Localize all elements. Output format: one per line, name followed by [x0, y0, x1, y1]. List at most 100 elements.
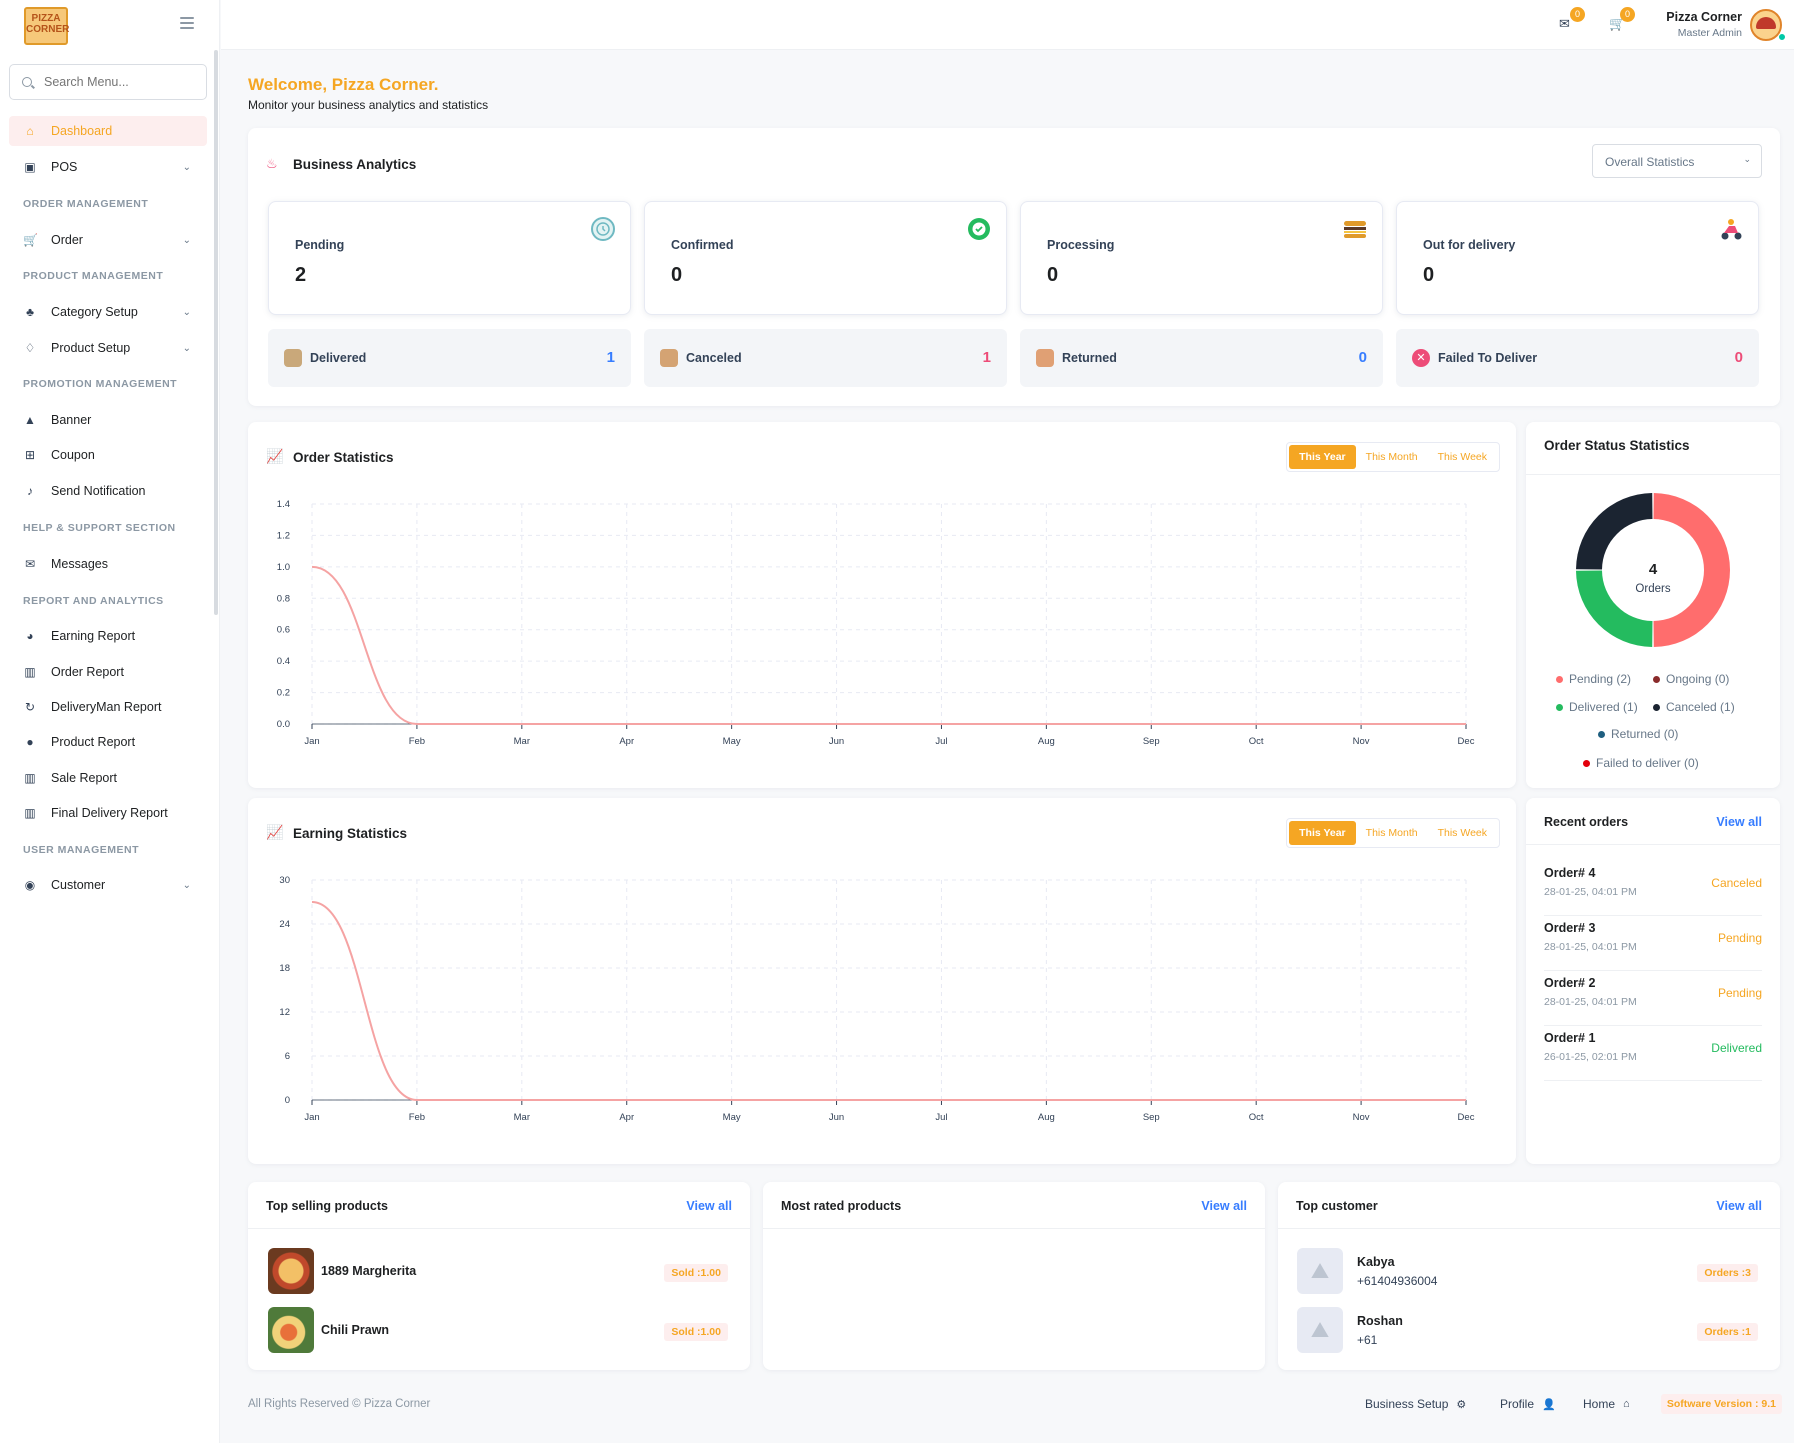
top-customer-view-all[interactable]: View all: [1716, 1199, 1762, 1213]
sidebar-item-label: Category Setup: [51, 305, 138, 319]
y-tick-label: 0.8: [277, 593, 290, 604]
donut-slice: [1653, 493, 1731, 647]
brand-logo[interactable]: PIZZA CORNER: [24, 7, 70, 45]
recent-order-row[interactable]: Order# 4 28-01-25, 04:01 PM Canceled: [1544, 862, 1762, 916]
sidebar-item-order[interactable]: 🛒 Order ⌄: [9, 225, 207, 255]
mini-delivered[interactable]: Delivered 1: [268, 329, 631, 387]
product-name[interactable]: 1889 Margherita: [321, 1264, 416, 1278]
logo-text: PIZZA CORNER: [26, 13, 70, 35]
recent-orders-view-all[interactable]: View all: [1716, 815, 1762, 829]
messages-button[interactable]: ✉ 0: [1559, 7, 1585, 31]
legend-item: Delivered (1): [1556, 700, 1638, 714]
order-number: Order# 4: [1544, 866, 1596, 880]
series-line: [311, 565, 1466, 725]
sidebar-item-label: Customer: [51, 878, 106, 892]
top-customer-card: Top customer View all ⛰ Kabya +614049360…: [1278, 1182, 1780, 1370]
sidebar-item-final-delivery-report[interactable]: ▥ Final Delivery Report: [9, 798, 207, 828]
sidebar-item-sale-report[interactable]: ▥ Sale Report: [9, 763, 207, 793]
customer-avatar-placeholder-icon[interactable]: ⛰: [1297, 1307, 1343, 1353]
sidebar-item-earning-report[interactable]: ◕ Earning Report: [9, 621, 207, 651]
order-number: Order# 3: [1544, 921, 1596, 935]
sidebar-item-label: Product Setup: [51, 341, 131, 355]
menu-toggle-icon[interactable]: [180, 17, 194, 29]
x-tick-label: Aug: [1038, 1112, 1055, 1123]
top-selling-title: Top selling products: [266, 1199, 388, 1213]
stat-value: 0: [1423, 264, 1435, 286]
customer-phone: +61: [1357, 1333, 1378, 1347]
order-status-donut: 4 Orders: [1576, 493, 1731, 647]
mini-returned[interactable]: Returned 0: [1020, 329, 1383, 387]
pie-icon: ◕: [26, 629, 34, 643]
legend-item: Canceled (1): [1653, 700, 1735, 714]
sidebar-item-product-setup[interactable]: ♢ Product Setup ⌄: [9, 333, 207, 363]
divider: [1526, 844, 1780, 845]
footer-business-setup[interactable]: Business Setup ⚙: [1365, 1397, 1466, 1411]
sidebar-item-deliveryman-report[interactable]: ↻ DeliveryMan Report: [9, 692, 207, 722]
stat-out-for-delivery[interactable]: Out for delivery 0: [1396, 201, 1759, 315]
order-status: Canceled: [1711, 876, 1762, 890]
mini-value: 1: [982, 349, 991, 366]
mini-failed-to-deliver[interactable]: ✕ Failed To Deliver 0: [1396, 329, 1759, 387]
statistics-select[interactable]: Overall Statistics ⌄: [1592, 144, 1762, 178]
sidebar-scrollbar[interactable]: [214, 50, 218, 615]
legend-label: Delivered (1): [1569, 700, 1638, 714]
sidebar-item-category-setup[interactable]: ♣ Category Setup ⌄: [9, 297, 207, 327]
footer-profile[interactable]: Profile 👤: [1500, 1397, 1556, 1411]
user-name[interactable]: Pizza Corner: [1666, 10, 1742, 24]
earning-statistics-chart: 0 6 12 18 24 30 Jan Feb Mar Apr May Jun Jul Aug Sep Oct…: [279, 875, 1475, 1123]
y-tick-label: 0.0: [277, 719, 290, 730]
sidebar-item-pos[interactable]: ▣ POS ⌄: [9, 152, 207, 182]
sidebar-item-customer[interactable]: ◉ Customer ⌄: [9, 870, 207, 900]
legend-dot: [1556, 675, 1563, 683]
stat-confirmed[interactable]: Confirmed 0: [644, 201, 1007, 315]
sidebar-item-send-notification[interactable]: ♪ Send Notification: [9, 476, 207, 506]
bar-chart-icon: ▥: [24, 771, 36, 785]
top-selling-view-all[interactable]: View all: [686, 1199, 732, 1213]
section-header: HELP & SUPPORT SECTION: [23, 522, 176, 534]
recent-order-row[interactable]: Order# 1 26-01-25, 02:01 PM Delivered: [1544, 1027, 1762, 1081]
cart-button[interactable]: 🛒 0: [1609, 7, 1635, 31]
clock-icon: [591, 217, 615, 241]
customer-avatar-placeholder-icon[interactable]: ⛰: [1297, 1248, 1343, 1294]
legend-item: Failed to deliver (0): [1583, 756, 1699, 770]
x-tick-label: Aug: [1038, 736, 1055, 747]
sold-badge: Sold :1.00: [664, 1264, 728, 1282]
most-rated-view-all[interactable]: View all: [1201, 1199, 1247, 1213]
chevron-down-icon: ⌄: [1743, 154, 1751, 164]
product-image[interactable]: [268, 1248, 314, 1294]
customer-name[interactable]: Roshan: [1357, 1314, 1403, 1328]
product-image[interactable]: [268, 1307, 314, 1353]
top-customer-title: Top customer: [1296, 1199, 1378, 1213]
orders-badge: Orders :1: [1697, 1323, 1758, 1341]
x-tick-label: Jan: [304, 1112, 319, 1123]
sidebar-item-order-report[interactable]: ▥ Order Report: [9, 657, 207, 687]
section-header: PROMOTION MANAGEMENT: [23, 378, 178, 390]
y-tick-label: 1.4: [277, 499, 290, 510]
footer-home[interactable]: Home ⌂: [1583, 1397, 1630, 1411]
y-tick-label: 24: [279, 919, 290, 930]
stat-processing[interactable]: Processing 0: [1020, 201, 1383, 315]
stat-pending[interactable]: Pending 2: [268, 201, 631, 315]
sidebar-item-banner[interactable]: ▲ Banner: [9, 405, 207, 435]
category-icon: ♣: [26, 305, 34, 319]
search-input[interactable]: [44, 75, 194, 89]
x-tick-label: Jun: [829, 736, 844, 747]
x-tick-label: Oct: [1249, 736, 1264, 747]
recent-order-row[interactable]: Order# 2 28-01-25, 04:01 PM Pending: [1544, 972, 1762, 1026]
recent-order-row[interactable]: Order# 3 28-01-25, 04:01 PM Pending: [1544, 917, 1762, 971]
product-name[interactable]: Chili Prawn: [321, 1323, 389, 1337]
sidebar-item-messages[interactable]: ✉ Messages: [9, 549, 207, 579]
legend-item: Pending (2): [1556, 672, 1631, 686]
x-tick-label: Dec: [1458, 1112, 1475, 1123]
sidebar-item-coupon[interactable]: ⊞ Coupon: [9, 440, 207, 470]
donut-center-value: 4: [1649, 561, 1658, 578]
order-status: Pending: [1717, 986, 1762, 1000]
mini-canceled[interactable]: Canceled 1: [644, 329, 1007, 387]
x-tick-label: May: [723, 1112, 741, 1123]
sidebar-item-dashboard[interactable]: ⌂ Dashboard: [9, 116, 207, 146]
chevron-down-icon: ⌄: [182, 342, 191, 354]
sidebar-item-product-report[interactable]: ● Product Report: [9, 727, 207, 757]
order-status: Delivered: [1711, 1041, 1762, 1055]
donut-slice: [1576, 570, 1653, 647]
customer-name[interactable]: Kabya: [1357, 1255, 1395, 1269]
